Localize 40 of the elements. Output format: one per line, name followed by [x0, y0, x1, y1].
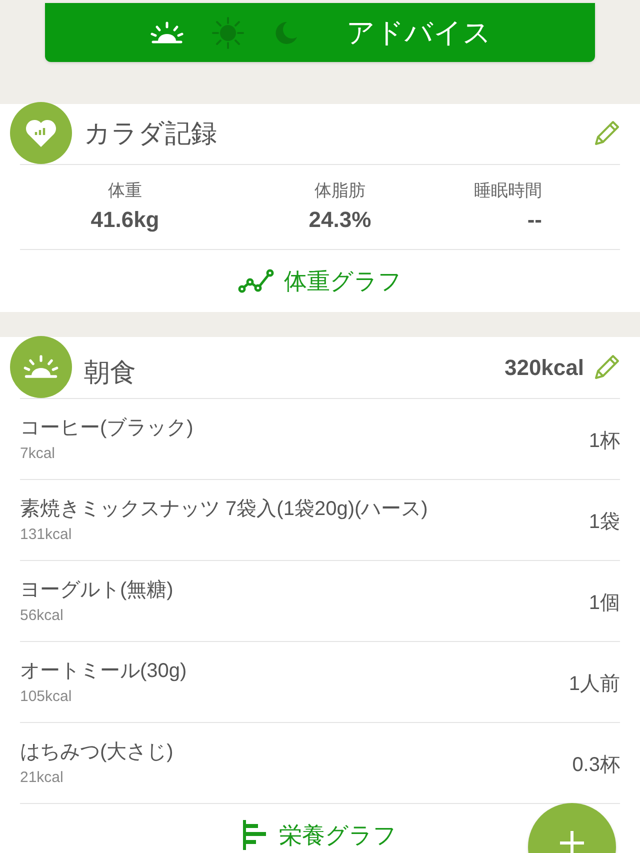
food-amount: 1袋	[588, 510, 620, 535]
food-row[interactable]: コーヒー(ブラック) 7kcal 1杯	[20, 398, 620, 479]
nutrition-graph-link[interactable]: 栄養グラフ	[243, 818, 397, 852]
food-row[interactable]: オートミール(30g) 105kcal 1人前	[20, 641, 620, 722]
stat-label: 体重	[108, 180, 142, 202]
food-amount: 1個	[588, 591, 620, 616]
food-calories: 21kcal	[20, 768, 64, 788]
pencil-icon[interactable]	[592, 118, 622, 148]
food-name: オートミール(30g)	[20, 658, 188, 684]
weight-graph-link[interactable]: 体重グラフ	[238, 264, 402, 298]
section-title: 朝食	[84, 356, 136, 388]
food-row[interactable]: ヨーグルト(無糖) 56kcal 1個	[20, 560, 620, 641]
stat-label: 体脂肪	[314, 180, 366, 202]
bar-chart-icon	[243, 820, 269, 850]
total-calories: 320kcal	[504, 354, 584, 382]
food-name: はちみつ(大さじ)	[20, 740, 174, 765]
food-amount: 1杯	[588, 429, 620, 454]
food-name: 素焼きミックスナッツ 7袋入(1袋20g)(ハース)	[20, 496, 429, 522]
stat-label: 睡眠時間	[474, 180, 542, 202]
sunrise-drawing	[22, 354, 60, 380]
pencil-icon[interactable]	[592, 352, 622, 382]
stat-value: 41.6kg	[90, 206, 160, 234]
section-title: カラダ記録	[84, 116, 217, 150]
food-name: コーヒー(ブラック)	[20, 416, 194, 441]
line-chart-icon	[238, 268, 274, 294]
food-calories: 131kcal	[20, 524, 73, 545]
food-row[interactable]: はちみつ(大さじ) 21kcal 0.3杯	[20, 722, 620, 803]
stat-value: --	[527, 206, 542, 234]
food-row[interactable]: 素焼きミックスナッツ 7袋入(1袋20g)(ハース) 131kcal 1袋	[20, 479, 620, 560]
food-calories: 105kcal	[20, 686, 73, 707]
food-name: ヨーグルト(無糖)	[20, 578, 174, 603]
stat-value: 24.3%	[308, 206, 372, 234]
sun-icon[interactable]	[210, 16, 244, 50]
food-calories: 7kcal	[20, 444, 56, 464]
advice-button[interactable]: アドバイス	[45, 3, 595, 62]
sunrise-icon[interactable]	[148, 20, 184, 44]
food-amount: 1人前	[568, 672, 620, 697]
food-calories: 56kcal	[20, 606, 64, 626]
food-amount: 0.3杯	[572, 753, 620, 778]
plus-icon	[560, 831, 584, 853]
